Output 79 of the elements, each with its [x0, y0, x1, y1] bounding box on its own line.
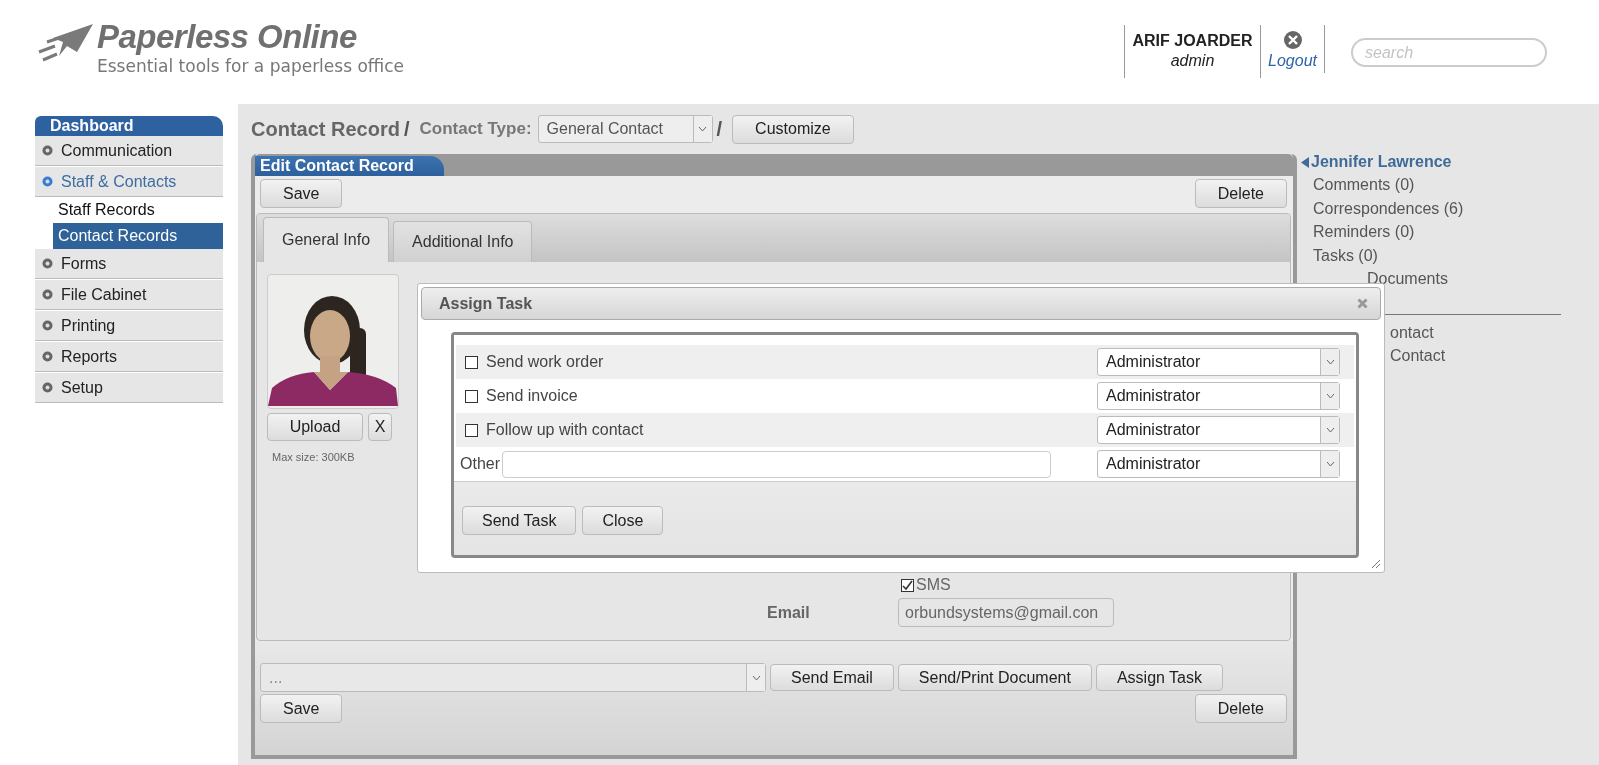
contact-name-link[interactable]: Jennifer Lawrence — [1311, 153, 1452, 171]
assignee-select[interactable]: Administrator — [1097, 450, 1340, 478]
delete-button[interactable]: Delete — [1194, 179, 1287, 208]
paper-plane-icon — [37, 24, 93, 64]
logo-title: Paperless Online — [97, 20, 358, 54]
action-button[interactable]: Send/Print Document — [897, 664, 1092, 691]
other-task-field[interactable] — [502, 450, 1051, 478]
caret-icon — [1325, 359, 1335, 365]
action-button[interactable]: Send Email — [770, 664, 894, 691]
assignee-select[interactable]: Administrator — [1097, 416, 1340, 444]
delete-button[interactable]: Delete — [1194, 694, 1287, 723]
search-field[interactable]: search — [1351, 38, 1547, 67]
assignee-select[interactable]: Administrator — [1097, 382, 1340, 410]
task-checkbox[interactable] — [465, 423, 478, 437]
task-checkbox[interactable] — [465, 389, 478, 403]
dialog-button[interactable]: Close — [582, 506, 664, 535]
bullet-icon — [42, 289, 53, 300]
contact-link[interactable]: Contact — [1390, 344, 1446, 368]
contact-link[interactable]: Correspondences (6) — [1313, 196, 1464, 220]
action-button[interactable]: Assign Task — [1095, 664, 1223, 691]
task-label: Send invoice — [486, 387, 579, 405]
sidebar-heading: Dashboard — [35, 116, 223, 136]
user-role: admin — [1170, 52, 1215, 70]
other-label: Other — [460, 455, 500, 473]
tab[interactable]: Additional Info — [393, 221, 533, 262]
bullet-icon — [42, 382, 53, 393]
contact-link[interactable]: ontact — [1390, 320, 1434, 344]
bullet-icon — [42, 320, 53, 331]
bullet-icon — [42, 258, 53, 269]
user-name: ARIF JOARDER — [1132, 32, 1253, 50]
sidebar-item[interactable]: Forms — [35, 249, 223, 279]
contact-link[interactable]: Tasks (0) — [1313, 243, 1378, 267]
logout-link[interactable]: Logout — [1268, 52, 1317, 70]
sms-label: SMS — [916, 576, 951, 594]
bullet-icon — [42, 351, 53, 362]
sidebar-subitem[interactable]: Staff Records — [53, 197, 223, 223]
task-checkbox[interactable] — [465, 355, 478, 369]
sidebar-subitem[interactable]: Contact Records — [53, 223, 223, 249]
caret-icon — [698, 126, 708, 132]
sidebar-item[interactable]: Printing — [35, 310, 223, 341]
customize-button[interactable]: Customize — [732, 114, 854, 144]
logo-tagline: Essential tools for a paperless office — [97, 56, 405, 76]
sidebar-item[interactable]: Setup — [35, 372, 223, 403]
caret-icon — [1325, 461, 1335, 467]
triangle-icon — [1301, 156, 1309, 168]
separator: / — [716, 117, 723, 141]
dialog-title: Assign Task — [439, 294, 533, 313]
contact-type-label: Contact Type: — [419, 119, 532, 139]
resize-grip-icon[interactable] — [1371, 559, 1381, 569]
sms-checkbox[interactable] — [901, 578, 914, 592]
panel-title: Edit Contact Record — [255, 156, 444, 176]
save-button[interactable]: Save — [260, 179, 343, 208]
save-button[interactable]: Save — [260, 694, 343, 723]
contact-link[interactable]: Comments (0) — [1313, 173, 1415, 197]
contact-link[interactable]: Reminders (0) — [1313, 220, 1415, 244]
separator: / — [403, 117, 410, 141]
task-label: Follow up with contact — [486, 421, 645, 439]
caret-icon — [1325, 427, 1335, 433]
assignee-select[interactable]: Administrator — [1097, 348, 1340, 376]
close-circle-icon[interactable] — [1283, 31, 1302, 49]
page-title: Contact Record — [251, 117, 400, 141]
caret-icon — [751, 674, 761, 681]
contact-type-select[interactable]: General Contact — [537, 115, 713, 143]
sidebar-item[interactable]: Reports — [35, 341, 223, 372]
dialog-button[interactable]: Send Task — [462, 506, 577, 535]
email-label: Email — [767, 603, 811, 622]
remove-photo-button[interactable]: X — [368, 413, 392, 441]
task-label: Send work order — [486, 353, 605, 371]
max-size-note: Max size: 300KB — [272, 451, 356, 463]
tab[interactable]: General Info — [263, 217, 390, 262]
upload-button[interactable]: Upload — [267, 413, 363, 441]
sidebar-item[interactable]: File Cabinet — [35, 279, 223, 310]
contact-link[interactable]: Documents — [1367, 267, 1448, 291]
sidebar-item[interactable]: Communication — [35, 136, 223, 166]
bullet-icon — [42, 176, 53, 187]
bullet-icon — [42, 145, 53, 156]
email-field[interactable]: orbundsystems@gmail.con — [898, 598, 1114, 627]
caret-icon — [1325, 393, 1335, 399]
sidebar-item[interactable]: Staff & Contacts — [35, 166, 223, 197]
